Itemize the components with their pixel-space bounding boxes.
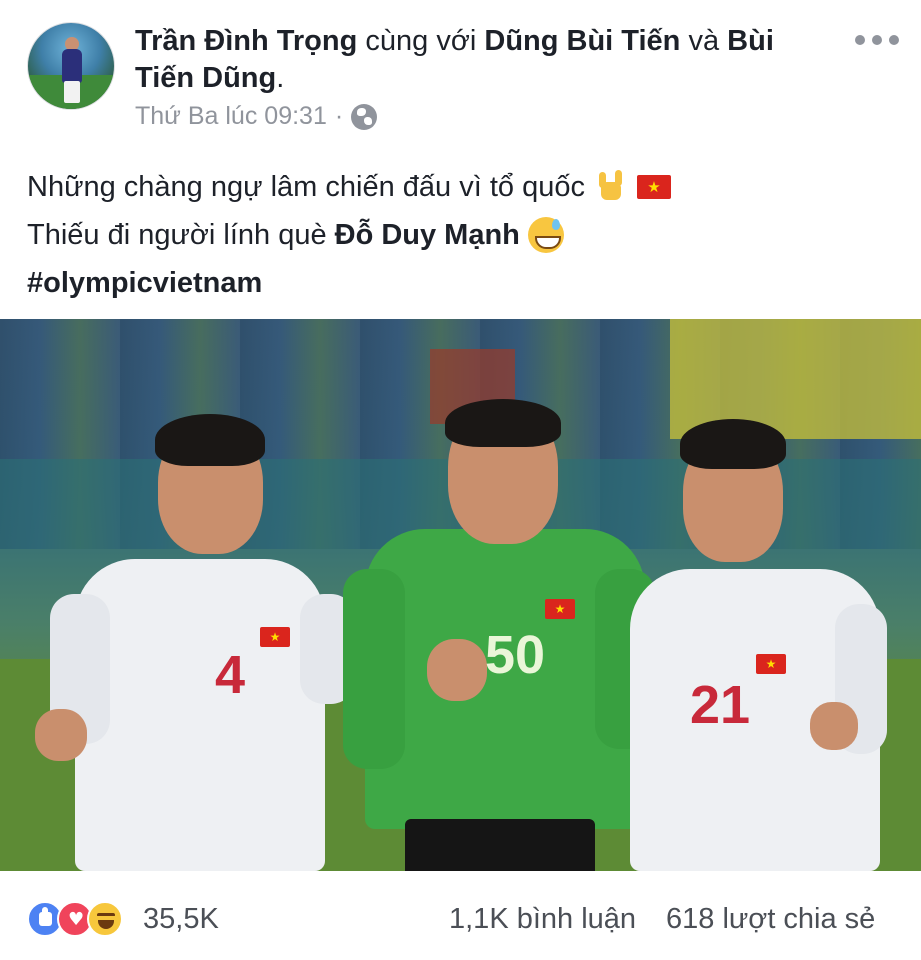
post-title: Trần Đình Trọng cùng với Dũng Bùi Tiến v… xyxy=(135,23,835,97)
right-fist xyxy=(810,702,858,750)
tagged-user-1[interactable]: Dũng Bùi Tiến xyxy=(484,25,680,57)
jersey-flag-icon xyxy=(260,627,290,647)
black-shorts xyxy=(405,819,595,871)
and-text: và xyxy=(688,25,720,57)
line-1-text: Những chàng ngự lâm chiến đấu vì tổ quốc xyxy=(27,171,585,203)
avatar-player-body xyxy=(62,49,82,83)
post-line-1: Những chàng ngự lâm chiến đấu vì tổ quốc xyxy=(27,163,887,211)
player-right: 21 xyxy=(620,419,900,871)
post-meta: Thứ Ba lúc 09:31 · xyxy=(135,102,378,131)
white-jersey xyxy=(75,559,325,871)
left-fist xyxy=(35,709,87,761)
avatar-player-legs xyxy=(64,81,80,103)
rock-hand-emoji-icon xyxy=(593,170,629,204)
player-hair xyxy=(680,419,786,469)
author-name[interactable]: Trần Đình Trọng xyxy=(135,25,357,57)
vietnam-flag-icon xyxy=(636,175,671,199)
comment-count-link[interactable]: 1,1K bình luận xyxy=(449,900,636,938)
more-options-icon[interactable] xyxy=(855,30,899,50)
line-2-text: Thiếu đi người lính què xyxy=(27,219,327,251)
jersey-number: 50 xyxy=(484,625,546,685)
dot-icon xyxy=(872,35,882,45)
jersey-number: 4 xyxy=(214,645,246,705)
post-line-3: #olympicvietnam xyxy=(27,259,887,307)
player-goalkeeper: 50 xyxy=(335,399,665,871)
title-period: . xyxy=(276,62,285,94)
post-timestamp[interactable]: Thứ Ba lúc 09:31 xyxy=(135,102,327,131)
jersey-flag-icon xyxy=(756,654,786,674)
player-hair xyxy=(445,399,561,447)
tagged-user-2-part1[interactable]: Bùi xyxy=(727,25,774,57)
globe-icon[interactable] xyxy=(351,103,378,130)
dot-icon xyxy=(855,35,865,45)
author-avatar[interactable] xyxy=(27,22,115,110)
jersey-number: 21 xyxy=(689,675,751,735)
haha-icon xyxy=(87,901,123,937)
jersey-flag-icon xyxy=(545,599,575,619)
with-text: cùng với xyxy=(365,25,477,57)
post-body: Những chàng ngự lâm chiến đấu vì tổ quốc… xyxy=(27,163,887,307)
tagged-user-2-part2[interactable]: Tiến Dũng xyxy=(135,62,276,94)
player-hair xyxy=(155,414,265,466)
left-arm xyxy=(343,569,405,769)
post-header: Trần Đình Trọng cùng với Dũng Bùi Tiến v… xyxy=(0,0,921,150)
share-count-link[interactable]: 618 lượt chia sẻ xyxy=(666,900,875,938)
post-line-2: Thiếu đi người lính què Đỗ Duy Mạnh xyxy=(27,211,887,259)
grinning-sweat-emoji-icon xyxy=(527,217,564,253)
player-left: 4 xyxy=(30,409,360,871)
mentioned-player: Đỗ Duy Mạnh xyxy=(334,219,520,251)
dot-icon xyxy=(889,35,899,45)
reaction-count[interactable]: 35,5K xyxy=(143,900,219,938)
hashtag-link[interactable]: #olympicvietnam xyxy=(27,259,262,307)
post-photo[interactable]: 4 50 21 xyxy=(0,319,921,871)
meta-separator: · xyxy=(334,102,344,130)
reaction-icons[interactable]: ♥ xyxy=(27,901,123,937)
